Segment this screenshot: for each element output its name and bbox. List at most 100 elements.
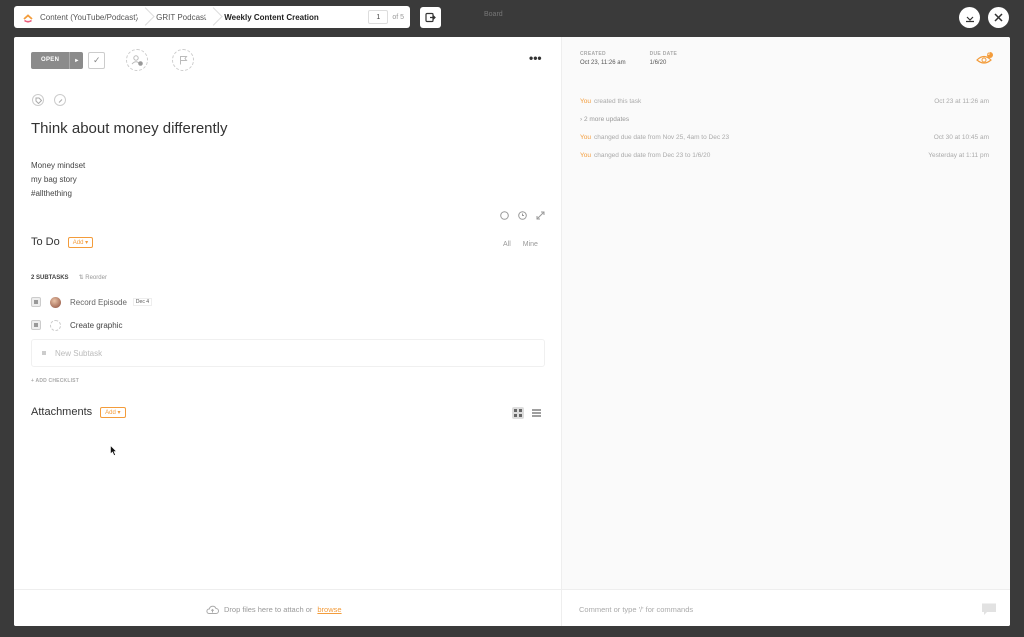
description-line: Money mindset (31, 161, 86, 170)
activity-user: You (580, 97, 591, 105)
bottom-bar: Drop files here to attach or browse Comm… (14, 589, 1010, 626)
tag-icon[interactable] (32, 94, 44, 106)
attachment-dropzone[interactable]: Drop files here to attach or browse (206, 605, 342, 614)
subtask-row[interactable]: Record Episode Dec 4 (31, 295, 152, 309)
filter-all[interactable]: All (503, 241, 511, 248)
task-meta: CREATED Oct 23, 11:26 am DUE DATE 1/6/20 (580, 51, 677, 66)
add-user-icon (131, 55, 143, 66)
watchers-count: 2 (987, 51, 991, 56)
task-main-panel: OPEN ▸ ✓ ••• Think about money different… (14, 37, 560, 589)
list-view-icon[interactable] (530, 407, 542, 419)
created-label: CREATED (580, 51, 606, 57)
task-description[interactable]: Money mindset my bag story #allthething (31, 159, 85, 201)
activity-time: Oct 30 at 10:45 am (933, 133, 989, 141)
close-icon (994, 13, 1003, 22)
browse-link[interactable]: browse (317, 605, 341, 614)
new-subtask-input[interactable]: New Subtask (31, 339, 545, 367)
description-line: #allthething (31, 189, 72, 198)
task-title[interactable]: Think about money differently (31, 120, 228, 137)
add-checklist-button[interactable]: + ADD CHECKLIST (31, 378, 79, 384)
due-date-info[interactable]: DUE DATE 1/6/20 (650, 51, 678, 66)
task-position-input[interactable]: 1 (368, 10, 389, 24)
activity-text: changed due date from Dec 23 to 1/6/20 (593, 151, 711, 159)
complete-checkbox[interactable]: ✓ (88, 51, 106, 69)
filter-mine[interactable]: Mine (523, 241, 538, 248)
activity-text: changed due date from Nov 25, 4am to Dec… (593, 133, 730, 141)
attachments-add-button[interactable]: Add ▾ (100, 406, 126, 418)
activity-time: Yesterday at 1:11 pm (928, 151, 989, 159)
breadcrumb-item-folder[interactable]: GRIT Podcast (148, 6, 216, 28)
task-total: of 5 (392, 13, 404, 21)
subtask-count: 2 SUBTASKS (31, 274, 69, 281)
clickup-logo-icon (22, 11, 34, 23)
description-line: my bag story (31, 175, 77, 184)
new-subtask-placeholder: New Subtask (55, 348, 103, 358)
open-in-new-button[interactable] (420, 7, 441, 28)
assign-user-icon[interactable] (50, 319, 61, 331)
activity-user: You (580, 133, 591, 141)
description-tools (499, 210, 545, 220)
comment-icon[interactable] (980, 602, 998, 616)
subtask-checkbox[interactable] (31, 320, 41, 330)
divider (561, 590, 562, 626)
todo-filters: All Mine (503, 241, 538, 248)
breadcrumb: Content (YouTube/Podcast) GRIT Podcast W… (14, 6, 410, 28)
top-bar: Content (YouTube/Podcast) GRIT Podcast W… (0, 0, 1024, 34)
attachment-clip-icon[interactable] (54, 94, 66, 106)
task-toolbar: OPEN ▸ ✓ (31, 50, 106, 70)
attachments-title: Attachments (31, 406, 93, 418)
subtask-name: Create graphic (70, 320, 123, 330)
due-date-label: DUE DATE (649, 51, 678, 57)
todo-add-button[interactable]: Add ▾ (67, 236, 94, 248)
breadcrumb-label: Content (YouTube/Podcast) (40, 12, 139, 22)
status-arrow-icon[interactable]: ▸ (69, 51, 83, 69)
status-dropdown[interactable]: OPEN ▸ (31, 51, 84, 69)
task-position: 1 of 5 (368, 10, 404, 24)
subtask-checkbox[interactable] (31, 297, 41, 307)
close-button[interactable] (988, 7, 1009, 28)
tag-row (32, 94, 66, 106)
comment-input[interactable]: Comment or type '/' for commands (579, 605, 693, 614)
reorder-button[interactable]: ⇅ Reorder (79, 274, 107, 281)
assign-user-button[interactable] (126, 49, 148, 71)
breadcrumb-item-list[interactable]: Weekly Content Creation (216, 6, 329, 28)
breadcrumb-item-space[interactable]: Content (YouTube/Podcast) (14, 6, 148, 28)
expand-icon[interactable] (535, 210, 545, 220)
eye-icon (976, 52, 993, 64)
drop-text: Drop files here to attach or (224, 605, 313, 614)
subtask-due-date[interactable]: Dec 4 (132, 298, 152, 306)
due-date-value[interactable]: 1/6/20 (650, 60, 678, 66)
activity-text: › 2 more updates (580, 115, 630, 123)
activity-panel: CREATED Oct 23, 11:26 am DUE DATE 1/6/20… (561, 37, 1010, 589)
activity-user: You (580, 151, 591, 159)
cloud-upload-icon (206, 605, 219, 614)
activity-item: You created this task Oct 23 at 11:26 am (580, 92, 989, 110)
created-info: CREATED Oct 23, 11:26 am (580, 51, 626, 66)
priority-button[interactable] (172, 49, 194, 71)
emoji-icon[interactable] (499, 210, 509, 220)
breadcrumb-label: Weekly Content Creation (224, 12, 319, 22)
flag-icon (179, 56, 187, 65)
todo-section-header: To Do Add ▾ (31, 236, 94, 248)
todo-title: To Do (31, 236, 60, 248)
activity-feed: You created this task Oct 23 at 11:26 am… (580, 92, 989, 164)
activity-item: You changed due date from Dec 23 to 1/6/… (580, 146, 989, 164)
avatar (50, 296, 61, 308)
subtask-name: Record Episode (70, 297, 127, 307)
attachments-header: Attachments Add ▾ (31, 406, 126, 418)
status-label: OPEN (41, 57, 60, 63)
activity-text: created this task (593, 97, 642, 105)
download-icon (965, 16, 974, 22)
watchers-button[interactable]: 2 (976, 51, 994, 71)
more-updates-toggle[interactable]: › 2 more updates (580, 110, 989, 128)
background-board-label: Board (484, 11, 503, 18)
activity-time: Oct 23 at 11:26 am (934, 97, 989, 105)
task-modal: OPEN ▸ ✓ ••• Think about money different… (14, 37, 1010, 626)
download-button[interactable] (959, 7, 980, 28)
subtask-row[interactable]: Create graphic (31, 318, 122, 332)
history-icon[interactable] (517, 210, 527, 220)
attachment-view-toggle (512, 407, 542, 419)
activity-item: You changed due date from Nov 25, 4am to… (580, 128, 989, 146)
grid-view-icon[interactable] (512, 407, 524, 419)
more-options-icon[interactable]: ••• (529, 52, 542, 64)
